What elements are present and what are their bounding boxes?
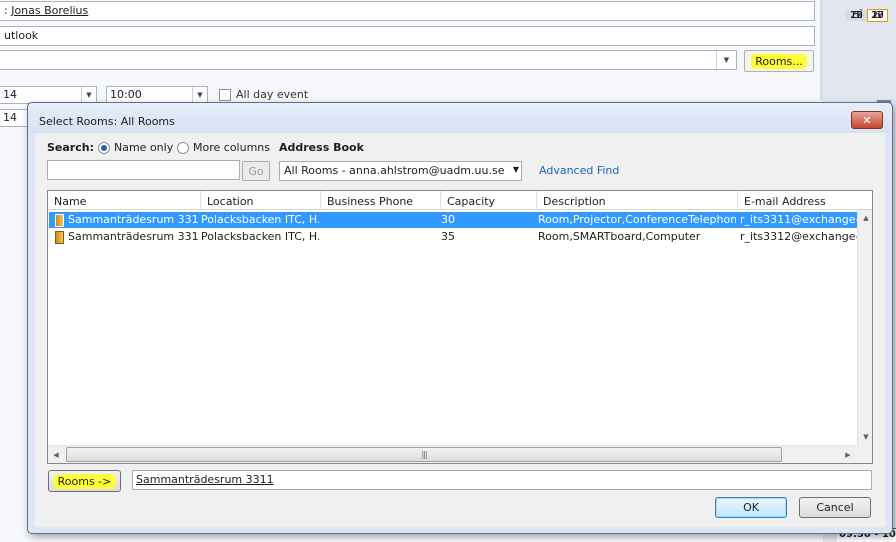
- end-date-value: 14: [3, 111, 17, 124]
- vertical-scrollbar[interactable]: ▲ ▼: [857, 210, 872, 445]
- checkbox-icon[interactable]: [219, 88, 231, 101]
- selected-rooms-field[interactable]: Sammanträdesrum 3311: [132, 470, 872, 490]
- select-rooms-dialog: Select Rooms: All Rooms ✕ Search: Name o…: [27, 102, 893, 534]
- table-row-selected[interactable]: Sammanträdesrum 3311 Polacksbacken ITC, …: [49, 212, 857, 228]
- scrollbar-corner: [857, 445, 872, 463]
- column-header-description[interactable]: Description: [537, 191, 738, 210]
- cell-email: r_its3312@exchange-te: [740, 230, 857, 243]
- dialog-title: Select Rooms: All Rooms: [39, 115, 175, 128]
- calendar-day[interactable]: 27: [867, 10, 888, 21]
- all-day-label: All day event: [236, 88, 309, 101]
- start-date-value: 14: [3, 88, 17, 101]
- list-header: Name Location Business Phone Capacity De…: [48, 191, 872, 210]
- dialog-body: Search: Name only More columns Address B…: [35, 133, 885, 527]
- scrollbar-thumb[interactable]: |||: [66, 447, 782, 462]
- location-field[interactable]: ▼: [0, 50, 737, 70]
- rooms-list: Name Location Business Phone Capacity De…: [47, 190, 873, 464]
- selected-room[interactable]: Sammanträdesrum 3311: [136, 473, 274, 486]
- from-name[interactable]: Jonas Borelius: [11, 4, 88, 17]
- table-row[interactable]: Sammanträdesrum 3312 Polacksbacken ITC, …: [49, 229, 857, 245]
- more-columns-radio[interactable]: More columns: [177, 141, 270, 154]
- rooms-add-label: Rooms ->: [52, 473, 117, 489]
- search-input[interactable]: [47, 160, 240, 180]
- scroll-left-icon[interactable]: ◀: [48, 446, 64, 463]
- scroll-up-icon[interactable]: ▲: [858, 210, 872, 226]
- cell-location: Polacksbacken ITC, H...: [201, 213, 319, 226]
- scroll-right-icon[interactable]: ▶: [840, 446, 856, 463]
- chevron-down-icon[interactable]: ▼: [81, 87, 96, 103]
- column-header-email[interactable]: E-mail Address: [738, 191, 872, 210]
- cell-capacity: 30: [441, 213, 455, 226]
- subject-field[interactable]: utlook: [0, 26, 815, 46]
- close-icon: ✕: [862, 113, 872, 127]
- rooms-button-background[interactable]: Rooms...: [744, 50, 814, 72]
- cell-name: Sammanträdesrum 3311: [68, 213, 198, 226]
- cancel-button[interactable]: Cancel: [799, 497, 871, 518]
- cell-email: r_its3311@exchange-te: [740, 213, 857, 226]
- column-header-capacity[interactable]: Capacity: [441, 191, 537, 210]
- room-icon: [55, 214, 64, 227]
- column-header-name[interactable]: Name: [48, 191, 201, 210]
- rooms-button-label: Rooms...: [751, 53, 807, 69]
- cell-name: Sammanträdesrum 3312: [68, 230, 198, 243]
- calendar-day[interactable]: 26: [846, 10, 867, 21]
- chevron-down-icon[interactable]: ▼: [192, 87, 207, 103]
- cell-location: Polacksbacken ITC, H...: [201, 230, 319, 243]
- ok-button[interactable]: OK: [715, 497, 787, 518]
- room-icon: [55, 231, 64, 244]
- search-label: Search:: [47, 141, 94, 154]
- address-book-value: All Rooms - anna.ahlstrom@uadm.uu.se: [284, 164, 505, 177]
- radio-icon[interactable]: [177, 141, 189, 154]
- column-header-location[interactable]: Location: [201, 191, 321, 210]
- cell-description: Room,SMARTboard,Computer: [538, 230, 701, 243]
- scroll-down-icon[interactable]: ▼: [858, 429, 872, 445]
- advanced-find-link[interactable]: Advanced Find: [539, 164, 619, 177]
- from-field[interactable]: : Jonas Borelius: [0, 1, 815, 21]
- rooms-add-button[interactable]: Rooms ->: [48, 470, 121, 492]
- name-only-radio[interactable]: Name only: [98, 141, 173, 154]
- column-header-business-phone[interactable]: Business Phone: [321, 191, 441, 210]
- dialog-titlebar[interactable]: Select Rooms: All Rooms ✕: [28, 103, 892, 133]
- address-book-label: Address Book: [279, 141, 364, 154]
- address-book-select[interactable]: All Rooms - anna.ahlstrom@uadm.uu.se ▼: [279, 161, 522, 181]
- cell-description: Room,Projector,ConferenceTelephone: [538, 213, 736, 226]
- more-columns-label: More columns: [193, 141, 270, 154]
- go-button[interactable]: Go: [242, 161, 270, 181]
- chevron-down-icon[interactable]: ▼: [513, 165, 519, 174]
- start-time-value: 10:00: [110, 88, 142, 101]
- calendar-week-row: 26 27: [846, 8, 896, 23]
- cell-capacity: 35: [441, 230, 455, 243]
- close-button[interactable]: ✕: [851, 111, 883, 129]
- chevron-down-icon[interactable]: ▼: [716, 51, 736, 69]
- name-only-label: Name only: [114, 141, 174, 154]
- horizontal-scrollbar[interactable]: ◀ ||| ▶: [48, 445, 857, 463]
- radio-selected-icon[interactable]: [98, 141, 110, 154]
- all-day-event-checkbox[interactable]: All day event: [219, 88, 308, 101]
